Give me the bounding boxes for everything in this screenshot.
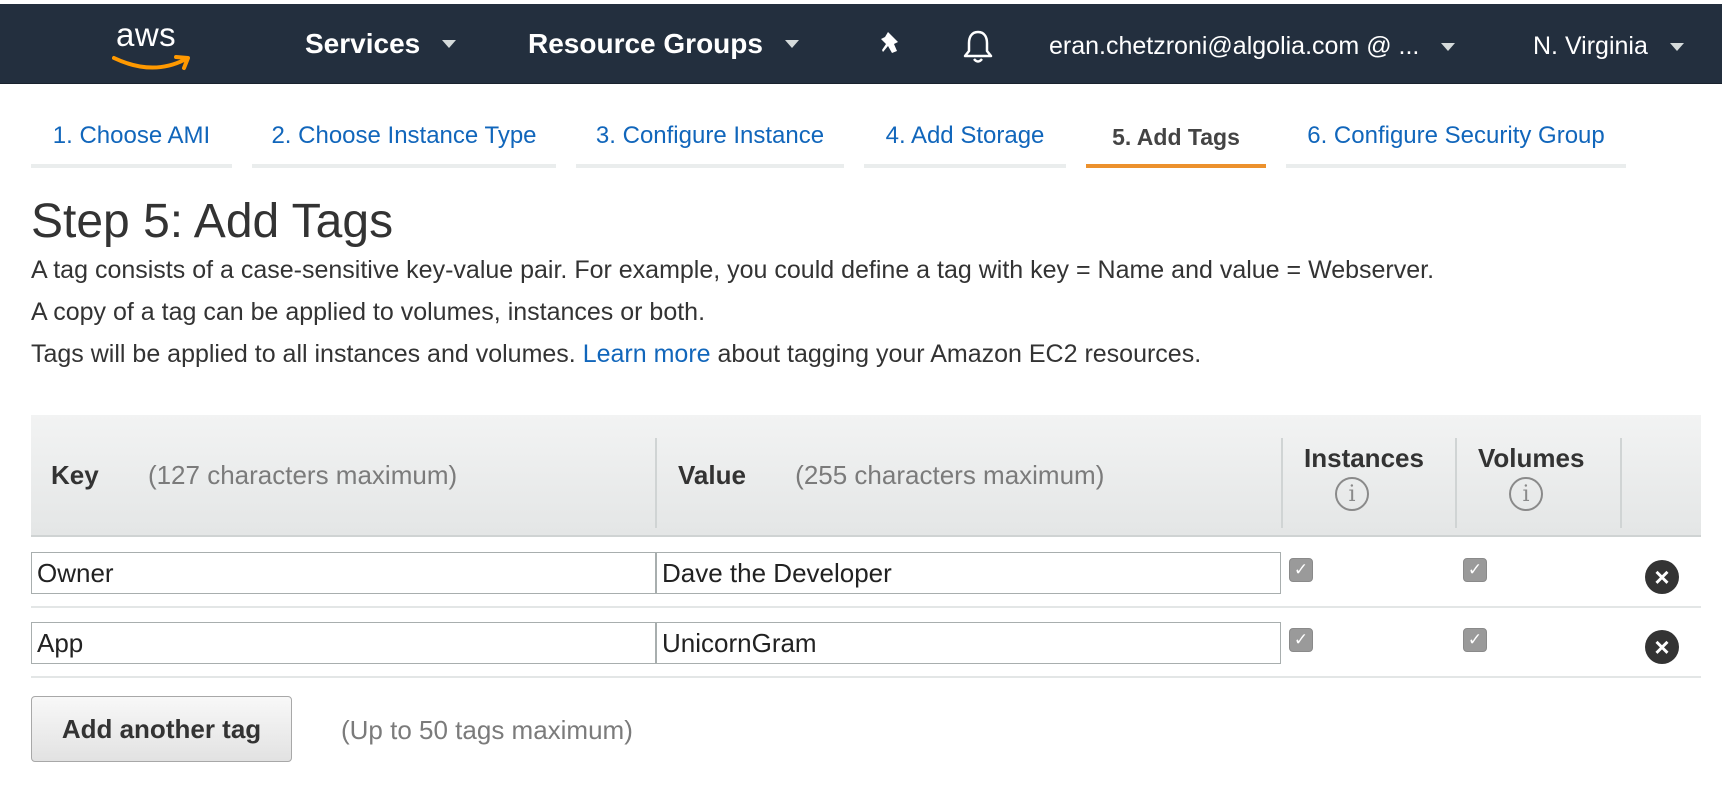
- column-divider: [1281, 438, 1283, 528]
- volumes-header-label: Volumes: [1478, 443, 1585, 473]
- resource-groups-label: Resource Groups: [528, 28, 763, 59]
- tab-configure-security-group[interactable]: 6. Configure Security Group: [1286, 100, 1626, 168]
- remove-tag-icon[interactable]: ×: [1645, 630, 1679, 664]
- pin-icon[interactable]: [876, 29, 906, 66]
- resource-groups-menu[interactable]: Resource Groups: [528, 28, 799, 60]
- value-header-hint: (255 characters maximum): [795, 460, 1105, 490]
- chevron-down-icon: [1441, 42, 1456, 51]
- tags-table-header: Key (127 characters maximum) Value (255 …: [31, 415, 1701, 537]
- chevron-down-icon: [442, 40, 457, 48]
- key-column-header: Key (127 characters maximum): [51, 460, 457, 491]
- tags-limit-hint: (Up to 50 tags maximum): [341, 715, 633, 745]
- region-label: N. Virginia: [1533, 32, 1648, 60]
- services-menu[interactable]: Services: [305, 28, 457, 60]
- tag-value-input[interactable]: [656, 552, 1281, 594]
- description-line-2: A copy of a tag can be applied to volume…: [31, 298, 706, 326]
- add-another-tag-button[interactable]: Add another tag: [31, 696, 292, 762]
- chevron-down-icon: [1669, 42, 1684, 51]
- volumes-checkbox[interactable]: ✓: [1463, 558, 1487, 582]
- top-nav-bar: aws Services Resource Groups eran.chetzr…: [0, 4, 1722, 84]
- column-divider: [655, 438, 657, 528]
- value-header-label: Value: [678, 460, 746, 490]
- tab-configure-instance[interactable]: 3. Configure Instance: [576, 100, 844, 168]
- account-menu[interactable]: eran.chetzroni@algolia.com @ ...: [1049, 32, 1456, 61]
- key-header-hint: (127 characters maximum): [147, 460, 458, 490]
- column-divider: [1620, 438, 1622, 528]
- region-menu[interactable]: N. Virginia: [1533, 32, 1684, 61]
- instances-column-header: Instances: [1304, 443, 1424, 474]
- tab-label: 4. Add Storage: [885, 122, 1045, 149]
- description-text: Tags will be applied to all instances an…: [31, 340, 576, 368]
- remove-tag-icon[interactable]: ×: [1645, 560, 1679, 594]
- tag-key-input[interactable]: [31, 552, 656, 594]
- tab-label: 5. Add Tags: [1112, 124, 1240, 150]
- tab-label: 2. Choose Instance Type: [271, 122, 537, 149]
- tab-label: 1. Choose AMI: [52, 122, 211, 149]
- description-text: about tagging your Amazon EC2 resources.: [717, 340, 1202, 368]
- bell-icon[interactable]: [961, 29, 995, 70]
- column-divider: [1455, 438, 1457, 528]
- aws-logo[interactable]: aws: [112, 16, 202, 76]
- volumes-column-header: Volumes: [1478, 443, 1584, 474]
- tag-value-input[interactable]: [656, 622, 1281, 664]
- instances-checkbox[interactable]: ✓: [1289, 628, 1313, 652]
- instances-checkbox[interactable]: ✓: [1289, 558, 1313, 582]
- description-line-3: Tags will be applied to all instances an…: [31, 340, 1201, 369]
- learn-more-link[interactable]: Learn more: [583, 340, 711, 368]
- table-row: ✓ ✓ ×: [31, 608, 1701, 678]
- aws-smile-icon: [112, 55, 190, 70]
- volumes-checkbox[interactable]: ✓: [1463, 628, 1487, 652]
- description-line-1: A tag consists of a case-sensitive key-v…: [31, 256, 1435, 284]
- tab-add-storage[interactable]: 4. Add Storage: [864, 100, 1066, 168]
- tab-label: 3. Configure Instance: [595, 122, 825, 149]
- volumes-info-icon[interactable]: i: [1509, 477, 1543, 511]
- instances-header-label: Instances: [1304, 443, 1424, 473]
- table-row: ✓ ✓ ×: [31, 538, 1701, 608]
- aws-logo-text: aws: [116, 16, 177, 53]
- value-column-header: Value (255 characters maximum): [678, 460, 1104, 491]
- tab-choose-ami[interactable]: 1. Choose AMI: [31, 100, 232, 168]
- instances-info-icon[interactable]: i: [1335, 477, 1369, 511]
- tag-key-input[interactable]: [31, 622, 656, 664]
- key-header-label: Key: [51, 460, 99, 490]
- account-label: eran.chetzroni@algolia.com @ ...: [1049, 32, 1420, 60]
- tab-add-tags[interactable]: 5. Add Tags: [1086, 100, 1266, 168]
- page-title: Step 5: Add Tags: [31, 195, 394, 248]
- tab-label: 6. Configure Security Group: [1307, 122, 1605, 149]
- chevron-down-icon: [784, 40, 799, 48]
- tab-choose-instance-type[interactable]: 2. Choose Instance Type: [252, 100, 556, 168]
- services-label: Services: [305, 28, 421, 59]
